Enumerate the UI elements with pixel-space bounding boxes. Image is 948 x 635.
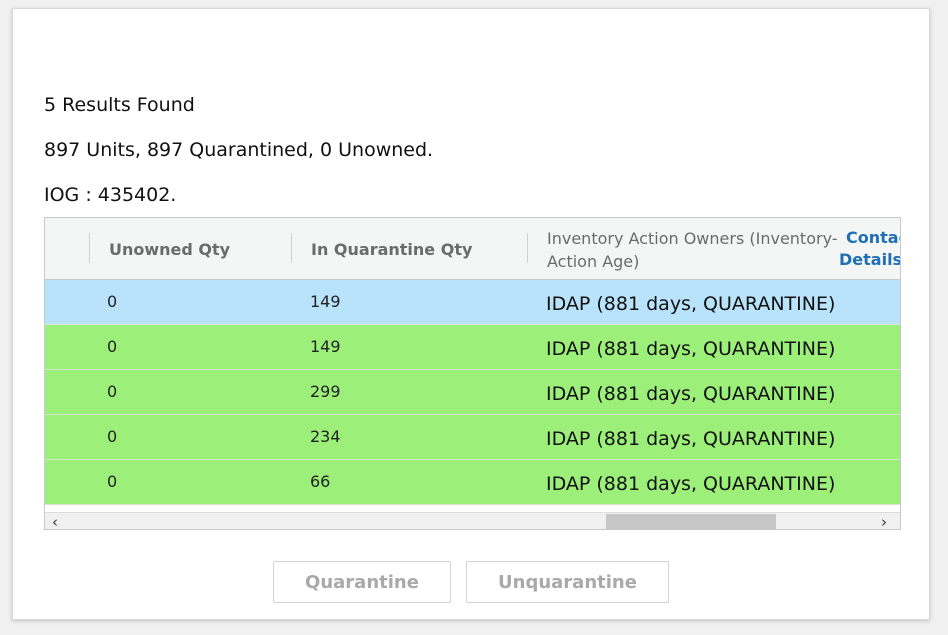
column-separator: [89, 233, 90, 263]
in-quarantine-qty-cell: 234: [310, 427, 341, 446]
unquarantine-button[interactable]: Unquarantine: [466, 561, 669, 603]
unowned-qty-cell: 0: [107, 382, 118, 401]
iog-label: IOG : 435402.: [44, 184, 177, 206]
results-table: Unowned Qty In Quarantine Qty Inventory …: [44, 217, 901, 530]
scroll-right-icon[interactable]: ›: [881, 513, 887, 529]
unowned-qty-cell: 0: [107, 292, 118, 311]
column-header-inventory-action-owners[interactable]: Inventory Action Owners (Inventory- Acti…: [547, 227, 838, 273]
in-quarantine-qty-cell: 149: [310, 337, 341, 356]
inventory-action-owner-cell: IDAP (881 days, QUARANTINE): [546, 473, 836, 495]
table-row[interactable]: 0 299 IDAP (881 days, QUARANTINE): [45, 370, 900, 415]
contact-details-link-line2[interactable]: Details: [839, 250, 900, 269]
horizontal-scrollbar[interactable]: ‹ ›: [45, 512, 900, 529]
table-header: Unowned Qty In Quarantine Qty Inventory …: [45, 218, 900, 280]
column-header-in-quarantine-qty[interactable]: In Quarantine Qty: [311, 240, 472, 259]
contact-details-link[interactable]: Contac: [846, 228, 900, 247]
scrollbar-thumb[interactable]: [606, 514, 776, 529]
in-quarantine-qty-cell: 299: [310, 382, 341, 401]
column-separator: [291, 233, 292, 263]
inventory-action-owner-cell: IDAP (881 days, QUARANTINE): [546, 293, 836, 315]
column-separator: [527, 233, 528, 263]
in-quarantine-qty-cell: 66: [310, 472, 331, 491]
table-row[interactable]: 0 149 IDAP (881 days, QUARANTINE): [45, 280, 900, 325]
inventory-action-owner-cell: IDAP (881 days, QUARANTINE): [546, 338, 836, 360]
inventory-action-owner-cell: IDAP (881 days, QUARANTINE): [546, 383, 836, 405]
results-panel: 5 Results Found 897 Units, 897 Quarantin…: [12, 8, 930, 620]
table-row[interactable]: 0 66 IDAP (881 days, QUARANTINE): [45, 460, 900, 505]
table-row[interactable]: 0 149 IDAP (881 days, QUARANTINE): [45, 325, 900, 370]
table-row[interactable]: 0 234 IDAP (881 days, QUARANTINE): [45, 415, 900, 460]
in-quarantine-qty-cell: 149: [310, 292, 341, 311]
owners-header-line2: Action Age): [547, 252, 640, 271]
unowned-qty-cell: 0: [107, 472, 118, 491]
unowned-qty-cell: 0: [107, 337, 118, 356]
column-header-unowned-qty[interactable]: Unowned Qty: [109, 240, 230, 259]
inventory-action-owner-cell: IDAP (881 days, QUARANTINE): [546, 428, 836, 450]
owners-header-line1: Inventory Action Owners (Inventory-: [547, 229, 838, 248]
units-summary: 897 Units, 897 Quarantined, 0 Unowned.: [44, 139, 434, 161]
results-count: 5 Results Found: [44, 94, 195, 116]
scroll-left-icon[interactable]: ‹: [52, 513, 58, 529]
quarantine-button[interactable]: Quarantine: [273, 561, 451, 603]
unowned-qty-cell: 0: [107, 427, 118, 446]
